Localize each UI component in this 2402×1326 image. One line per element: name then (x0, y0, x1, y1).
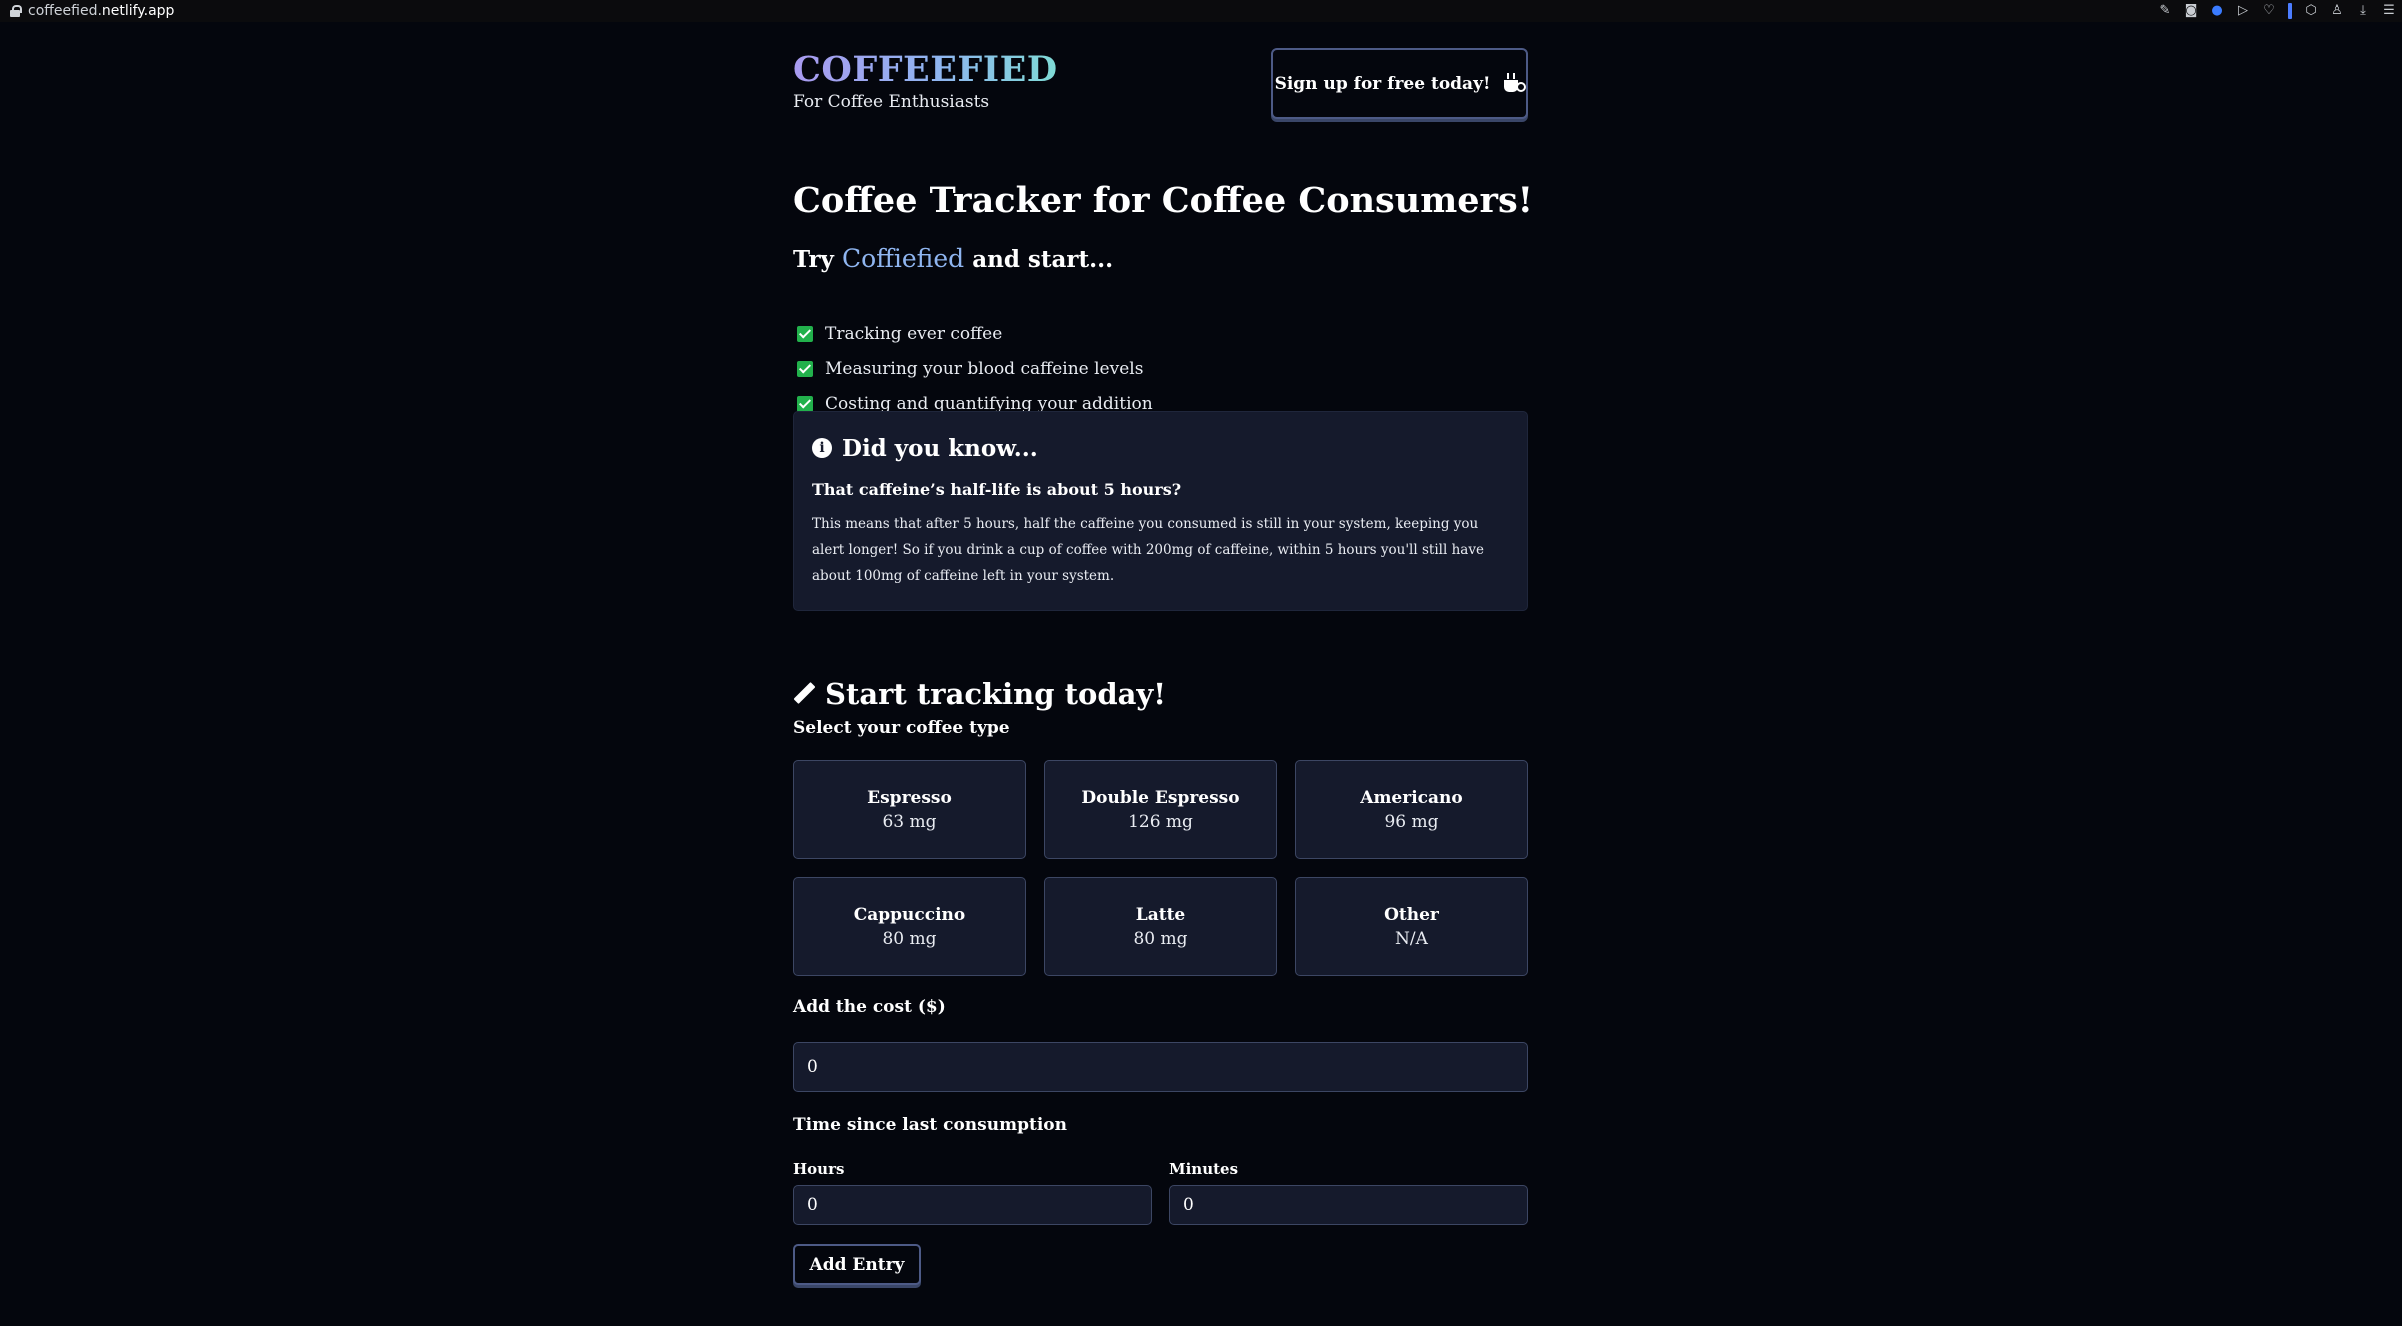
minutes-label: Minutes (1169, 1160, 1239, 1178)
coffee-type-caffeine: N/A (1395, 928, 1428, 949)
try-brand: Coffiefied (841, 244, 965, 273)
check-icon (797, 325, 813, 342)
signup-label: Sign up for free today! (1274, 73, 1491, 94)
minutes-input[interactable]: 0 (1169, 1185, 1528, 1225)
lock-icon (10, 5, 22, 17)
info-icon: i (812, 438, 832, 458)
info-title-text: Did you know... (842, 434, 1038, 462)
cube-icon[interactable]: ⬡ (2304, 2, 2318, 20)
coffee-type-americano[interactable]: Americano 96 mg (1295, 760, 1528, 859)
tracker-heading-text: Start tracking today! (825, 677, 1166, 711)
coffee-type-name: Espresso (867, 787, 952, 808)
coffee-type-caffeine: 96 mg (1384, 811, 1439, 832)
shield-icon[interactable]: ● (2210, 2, 2224, 20)
page-title: Coffee Tracker for Coffee Consumers! (793, 180, 1534, 221)
benefit-list: Tracking ever coffee Measuring your bloo… (797, 316, 1153, 421)
coffee-type-latte[interactable]: Latte 80 mg (1044, 877, 1277, 976)
url-domain: netlify.app (101, 3, 175, 19)
browser-toolbar: coffeefied.netlify.app ✎ ◙ ● ▷ ♡ ⬡ ♙ ⤓ ☰ (0, 0, 2402, 22)
check-icon (797, 395, 813, 412)
coffee-type-name: Latte (1135, 904, 1186, 925)
heart-icon[interactable]: ♡ (2262, 2, 2276, 20)
coffee-type-name: Cappuccino (853, 904, 966, 925)
coffee-type-espresso[interactable]: Espresso 63 mg (793, 760, 1026, 859)
camera-icon[interactable]: ◙ (2184, 2, 2198, 20)
time-label: Time since last consumption (793, 1115, 1067, 1135)
coffee-type-double-espresso[interactable]: Double Espresso 126 mg (1044, 760, 1277, 859)
info-question: That caffeine’s half-life is about 5 hou… (812, 480, 1182, 499)
add-entry-button[interactable]: Add Entry (793, 1244, 921, 1285)
cost-label: Add the cost ($) (793, 997, 946, 1017)
try-suffix: and start... (972, 246, 1114, 273)
coffee-type-caffeine: 63 mg (882, 811, 937, 832)
try-heading: Try Coffiefied and start... (793, 244, 1113, 273)
benefit-text: Measuring your blood caffeine levels (825, 358, 1144, 379)
download-icon[interactable]: ⤓ (2356, 2, 2370, 20)
signup-button[interactable]: Sign up for free today! (1271, 48, 1528, 119)
coffee-type-grid: Espresso 63 mg Double Espresso 126 mg Am… (793, 760, 1528, 976)
coffee-type-caffeine: 126 mg (1128, 811, 1193, 832)
coffee-type-label: Select your coffee type (793, 718, 1010, 738)
browser-actions: ✎ ◙ ● ▷ ♡ ⬡ ♙ ⤓ ☰ (2158, 2, 2396, 20)
sidebar-indicator-icon (2288, 3, 2292, 19)
try-prefix: Try (793, 246, 834, 273)
info-body: This means that after 5 hours, half the … (812, 516, 1484, 584)
coffee-type-name: Other (1384, 904, 1439, 925)
coffee-type-other[interactable]: Other N/A (1295, 877, 1528, 976)
logo[interactable]: COFFEEFIED (793, 50, 1058, 90)
info-title: i Did you know... (812, 434, 1509, 462)
coffee-type-name: Americano (1360, 787, 1463, 808)
benefit-text: Tracking ever coffee (825, 323, 1003, 344)
cost-input[interactable]: 0 (793, 1042, 1528, 1092)
coffee-cup-icon (1504, 72, 1527, 93)
send-icon[interactable]: ▷ (2236, 2, 2250, 20)
check-icon (797, 360, 813, 377)
coffee-type-caffeine: 80 mg (1133, 928, 1188, 949)
coffee-type-cappuccino[interactable]: Cappuccino 80 mg (793, 877, 1026, 976)
edit-icon[interactable]: ✎ (2158, 2, 2172, 20)
hours-input[interactable]: 0 (793, 1185, 1152, 1225)
list-item: Measuring your blood caffeine levels (797, 351, 1153, 386)
coffee-type-name: Double Espresso (1081, 787, 1240, 808)
tracker-heading: Start tracking today! (793, 677, 1166, 711)
url-subdomain: coffeefied. (28, 3, 102, 19)
tagline: For Coffee Enthusiasts (793, 92, 990, 112)
did-you-know-card: i Did you know... That caffeine’s half-l… (793, 411, 1528, 611)
pencil-icon (793, 683, 815, 705)
profile-icon[interactable]: ♙ (2330, 2, 2344, 20)
list-item: Tracking ever coffee (797, 316, 1153, 351)
coffee-type-caffeine: 80 mg (882, 928, 937, 949)
brand: COFFEEFIED For Coffee Enthusiasts (793, 50, 1058, 113)
menu-icon[interactable]: ☰ (2382, 2, 2396, 20)
hours-label: Hours (793, 1160, 845, 1178)
address-bar[interactable]: coffeefied.netlify.app (10, 3, 174, 19)
